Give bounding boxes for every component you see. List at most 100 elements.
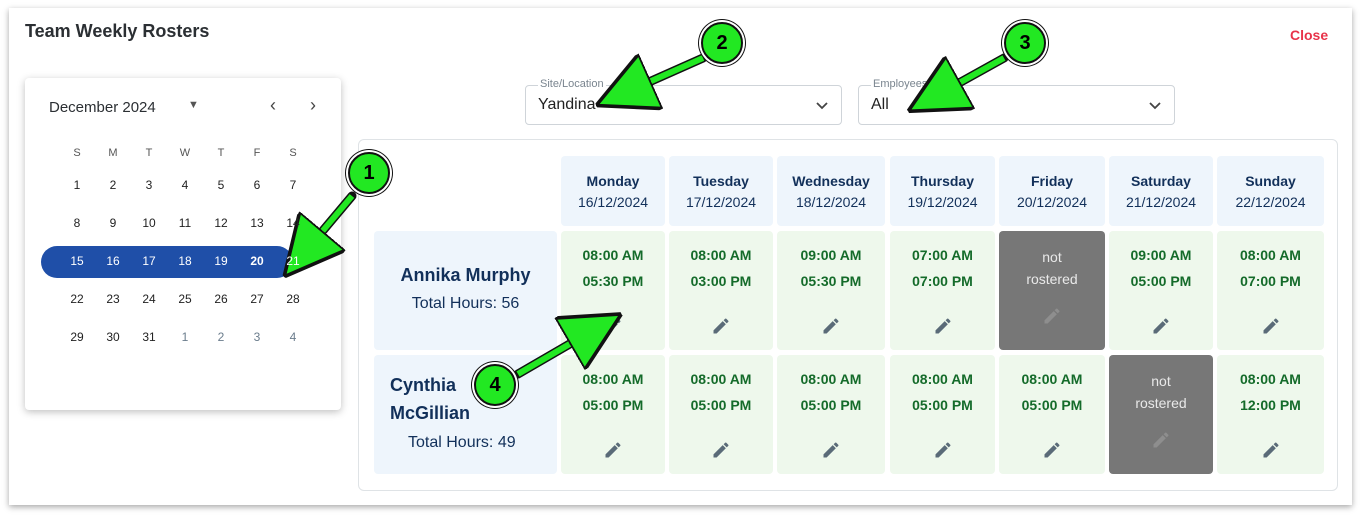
calendar-day[interactable]: 8 bbox=[59, 216, 95, 230]
calendar-day-next-month[interactable]: 1 bbox=[167, 330, 203, 344]
pencil-icon[interactable] bbox=[1151, 430, 1171, 450]
month-dropdown-icon[interactable]: ▼ bbox=[188, 99, 199, 111]
shift-end: 05:00 PM bbox=[582, 397, 644, 413]
calendar-day[interactable]: 6 bbox=[239, 178, 275, 192]
pencil-icon[interactable] bbox=[1261, 316, 1281, 336]
calendar-day[interactable]: 12 bbox=[203, 216, 239, 230]
shift-status: rostered bbox=[1135, 395, 1187, 411]
roster-grid: Monday 16/12/2024 Tuesday 17/12/2024 Wed… bbox=[358, 139, 1338, 491]
pencil-icon[interactable] bbox=[1042, 306, 1062, 326]
day-header-sunday: Sunday 22/12/2024 bbox=[1217, 156, 1324, 226]
calendar-day[interactable]: 11 bbox=[167, 216, 203, 230]
calendar-day[interactable]: 13 bbox=[239, 216, 275, 230]
shift-start: 08:00 AM bbox=[690, 371, 752, 387]
weekday-label: S bbox=[73, 147, 81, 159]
calendar-day[interactable]: 5 bbox=[203, 178, 239, 192]
shift-cell: 08:00 AM 05:30 PM bbox=[561, 231, 665, 350]
shift-end: 05:30 PM bbox=[582, 273, 644, 289]
site-location-select[interactable]: Site/Location Yandina bbox=[525, 78, 842, 125]
calendar-day[interactable]: 26 bbox=[203, 292, 239, 306]
shift-cell: 08:00 AM 12:00 PM bbox=[1217, 355, 1324, 474]
calendar-day-next-month[interactable]: 4 bbox=[275, 330, 311, 344]
calendar-day-next-month[interactable]: 2 bbox=[203, 330, 239, 344]
calendar-day[interactable]: 25 bbox=[167, 292, 203, 306]
calendar-day[interactable]: 21 bbox=[275, 254, 311, 268]
shift-cell-not-rostered: not rostered bbox=[1109, 355, 1213, 474]
shift-cell: 08:00 AM 07:00 PM bbox=[1217, 231, 1324, 350]
chevron-left-icon[interactable]: ‹ bbox=[261, 95, 285, 116]
calendar-day[interactable]: 7 bbox=[275, 178, 311, 192]
month-label[interactable]: December 2024 bbox=[49, 99, 156, 116]
calendar-day[interactable]: 27 bbox=[239, 292, 275, 306]
pencil-icon[interactable] bbox=[1261, 440, 1281, 460]
pencil-icon[interactable] bbox=[821, 316, 841, 336]
pencil-icon[interactable] bbox=[933, 316, 953, 336]
shift-status: not bbox=[1151, 373, 1171, 389]
employees-value: All bbox=[871, 96, 889, 113]
calendar-day[interactable]: 2 bbox=[95, 178, 131, 192]
selected-week[interactable]: 15 16 17 18 19 20 21 bbox=[41, 242, 311, 280]
calendar-day[interactable]: 19 bbox=[203, 254, 239, 268]
pencil-icon[interactable] bbox=[603, 440, 623, 460]
day-name: Wednesday bbox=[792, 173, 870, 189]
shift-start: 08:00 AM bbox=[1240, 371, 1301, 387]
day-name: Tuesday bbox=[693, 173, 749, 189]
calendar-day[interactable]: 15 bbox=[59, 254, 95, 268]
shift-start: 08:00 AM bbox=[800, 371, 862, 387]
calendar-day-next-month[interactable]: 3 bbox=[239, 330, 275, 344]
shift-end: 05:00 PM bbox=[912, 397, 973, 413]
date-picker: December 2024 ▼ ‹ › S M T W T F S 1 2 3 … bbox=[25, 78, 341, 410]
day-date: 16/12/2024 bbox=[577, 194, 649, 210]
calendar-day[interactable]: 23 bbox=[95, 292, 131, 306]
calendar-week: 29 30 31 1 2 3 4 bbox=[59, 318, 311, 356]
calendar-day[interactable]: 4 bbox=[167, 178, 203, 192]
calendar-day[interactable]: 31 bbox=[131, 330, 167, 344]
shift-cell: 09:00 AM 05:30 PM bbox=[777, 231, 885, 350]
calendar-day[interactable]: 22 bbox=[59, 292, 95, 306]
calendar-day[interactable]: 20 bbox=[239, 254, 275, 268]
calendar-week: 22 23 24 25 26 27 28 bbox=[59, 280, 311, 318]
weekday-header: S M T W T F S bbox=[59, 140, 311, 166]
shift-end: 05:00 PM bbox=[1021, 397, 1083, 413]
pencil-icon[interactable] bbox=[821, 440, 841, 460]
pencil-icon[interactable] bbox=[711, 440, 731, 460]
shift-cell: 08:00 AM 05:00 PM bbox=[561, 355, 665, 474]
employee-name-line2: McGillian bbox=[390, 403, 471, 423]
calendar-grid: S M T W T F S 1 2 3 4 5 6 7 8 9 10 11 12… bbox=[41, 140, 311, 356]
shift-end: 07:00 PM bbox=[912, 273, 973, 289]
pencil-icon[interactable] bbox=[1151, 316, 1171, 336]
pencil-icon[interactable] bbox=[933, 440, 953, 460]
employee-name: Annika Murphy bbox=[400, 265, 531, 285]
calendar-day[interactable]: 30 bbox=[95, 330, 131, 344]
pencil-icon[interactable] bbox=[711, 316, 731, 336]
chevron-right-icon[interactable]: › bbox=[301, 95, 325, 116]
shift-start: 09:00 AM bbox=[1130, 247, 1192, 263]
day-date: 22/12/2024 bbox=[1235, 194, 1306, 210]
calendar-day[interactable]: 3 bbox=[131, 178, 167, 192]
shift-start: 08:00 AM bbox=[582, 247, 644, 263]
day-date: 20/12/2024 bbox=[1016, 194, 1088, 210]
calendar-day[interactable]: 28 bbox=[275, 292, 311, 306]
close-button[interactable]: Close bbox=[1290, 27, 1328, 43]
shift-cell: 08:00 AM 03:00 PM bbox=[669, 231, 773, 350]
day-header-friday: Friday 20/12/2024 bbox=[999, 156, 1105, 226]
calendar-day[interactable]: 9 bbox=[95, 216, 131, 230]
shift-start: 09:00 AM bbox=[800, 247, 862, 263]
shift-cell: 08:00 AM 05:00 PM bbox=[777, 355, 885, 474]
calendar-day[interactable]: 29 bbox=[59, 330, 95, 344]
pencil-icon[interactable] bbox=[1042, 440, 1062, 460]
calendar-day[interactable]: 10 bbox=[131, 216, 167, 230]
pencil-icon[interactable] bbox=[603, 316, 623, 336]
weekday-label: W bbox=[179, 147, 191, 159]
weekday-label: S bbox=[289, 147, 297, 159]
calendar-day[interactable]: 16 bbox=[95, 254, 131, 268]
employees-select[interactable]: Employees All bbox=[858, 78, 1175, 125]
calendar-day[interactable]: 14 bbox=[275, 216, 311, 230]
day-name: Thursday bbox=[910, 173, 974, 189]
day-date: 19/12/2024 bbox=[907, 194, 978, 210]
calendar-day[interactable]: 18 bbox=[167, 254, 203, 268]
calendar-day[interactable]: 24 bbox=[131, 292, 167, 306]
calendar-day[interactable]: 17 bbox=[131, 254, 167, 268]
annotation-marker: 4 bbox=[474, 364, 516, 406]
calendar-day[interactable]: 1 bbox=[59, 178, 95, 192]
